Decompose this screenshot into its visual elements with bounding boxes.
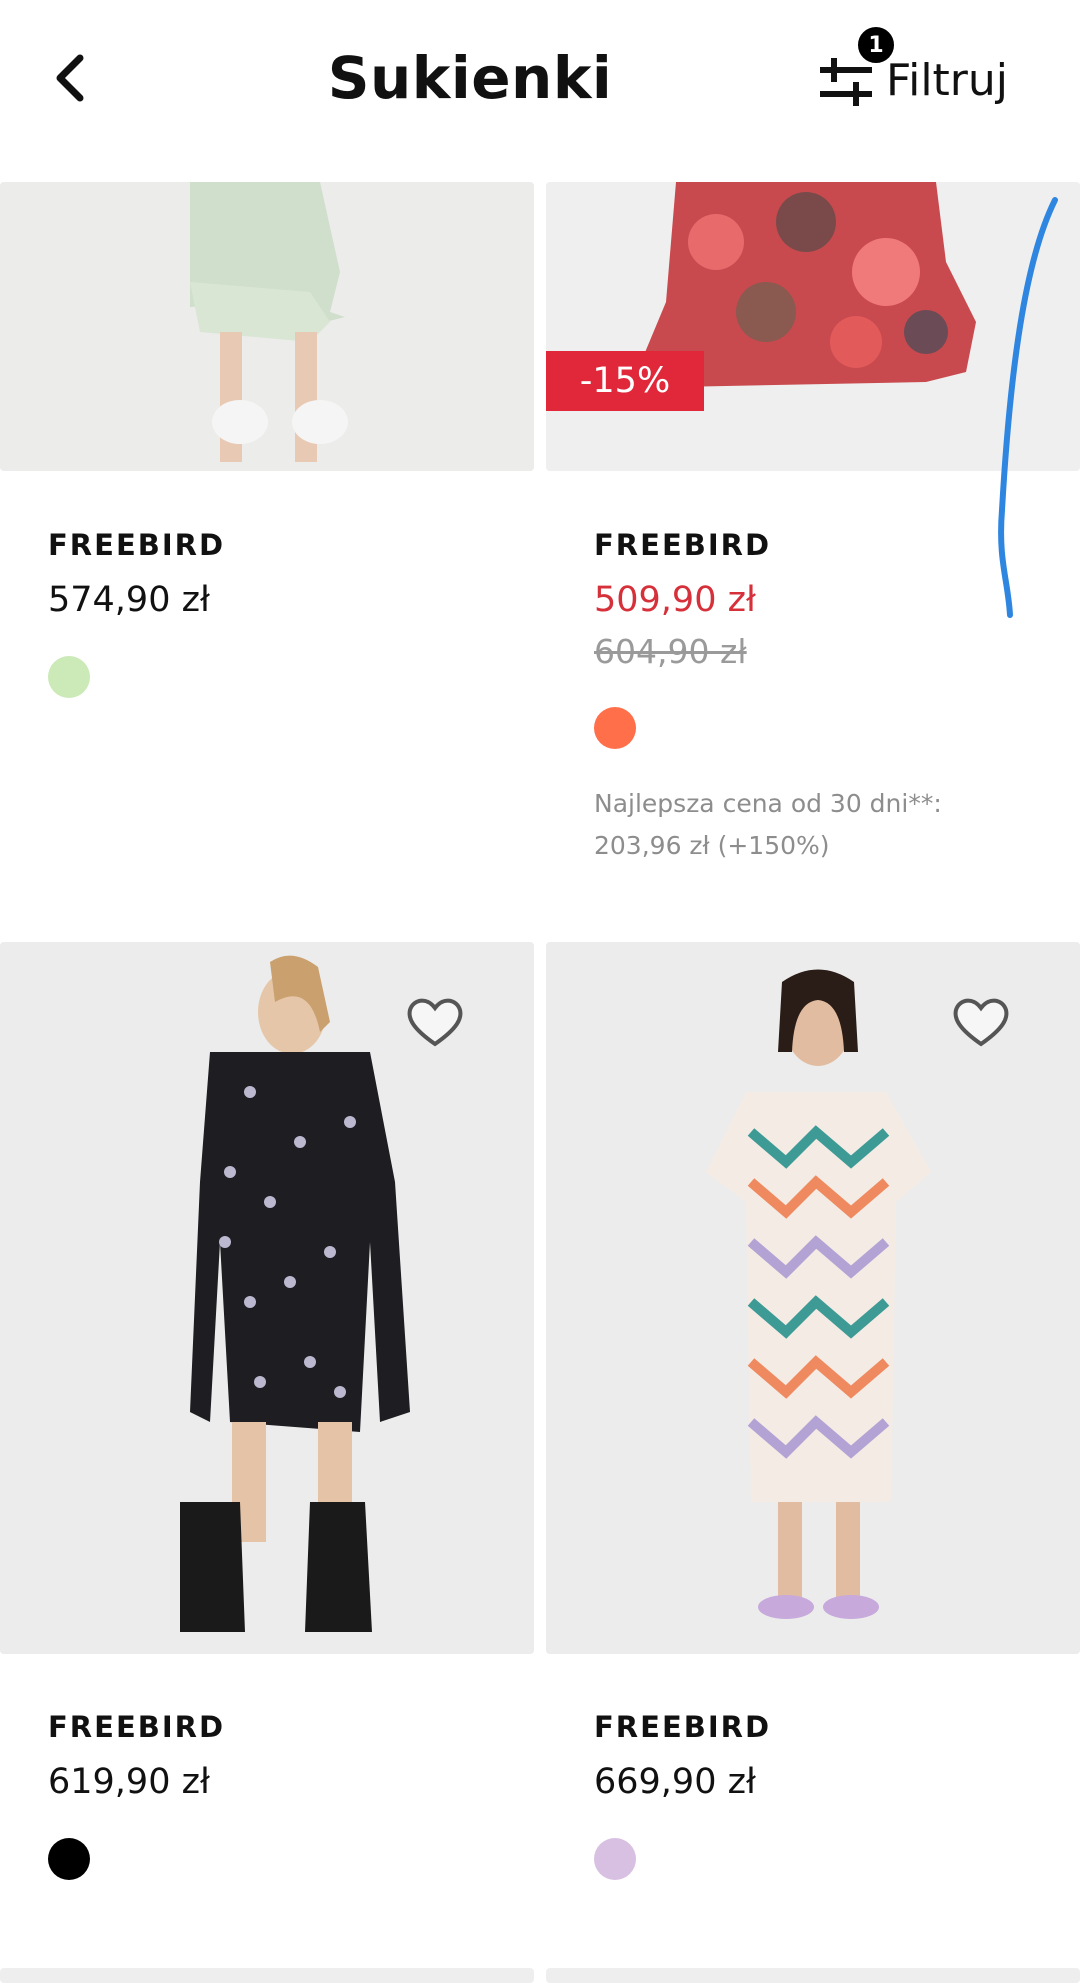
best-price-note: Najlepsza cena od 30 dni**: 203,96 zł (+… (594, 789, 942, 860)
product-image[interactable] (0, 182, 534, 471)
product-original-price: 604,90 zł (594, 632, 747, 671)
page-title: Sukienki (327, 44, 613, 112)
product-image[interactable] (0, 942, 534, 1654)
product-brand: FREEBIRD (48, 528, 226, 562)
product-price: 619,90 zł (48, 1762, 210, 1802)
product-brand: FREEBIRD (48, 1710, 226, 1744)
product-image[interactable] (546, 942, 1080, 1654)
heart-icon[interactable] (950, 994, 1012, 1050)
product-card[interactable]: FREEBIRD 509,90 zł 604,90 zł Najlepsza c… (594, 528, 1034, 867)
top-bar: Sukienki Filtruj 1 (0, 0, 1080, 182)
filter-button[interactable]: Filtruj (818, 48, 1008, 112)
product-price: 574,90 zł (48, 580, 210, 620)
color-swatch[interactable] (594, 1838, 636, 1880)
scroll-indicator (998, 197, 1058, 618)
discount-badge: -15% (546, 351, 704, 411)
product-card[interactable]: FREEBIRD 669,90 zł (594, 1710, 1034, 1880)
product-card[interactable]: FREEBIRD 619,90 zł (48, 1710, 488, 1880)
filter-count-badge: 1 (855, 24, 897, 66)
product-image[interactable] (0, 1968, 534, 1983)
filter-label: Filtruj (886, 54, 1009, 106)
product-brand: FREEBIRD (594, 528, 772, 562)
product-image[interactable] (546, 1968, 1080, 1983)
product-sale-price: 509,90 zł (594, 580, 756, 620)
color-swatch[interactable] (48, 1838, 90, 1880)
color-swatch[interactable] (594, 707, 636, 749)
color-swatch[interactable] (48, 656, 90, 698)
product-card[interactable]: FREEBIRD 574,90 zł (48, 528, 488, 698)
product-price: 669,90 zł (594, 1762, 756, 1802)
heart-icon[interactable] (404, 994, 466, 1050)
product-brand: FREEBIRD (594, 1710, 772, 1744)
